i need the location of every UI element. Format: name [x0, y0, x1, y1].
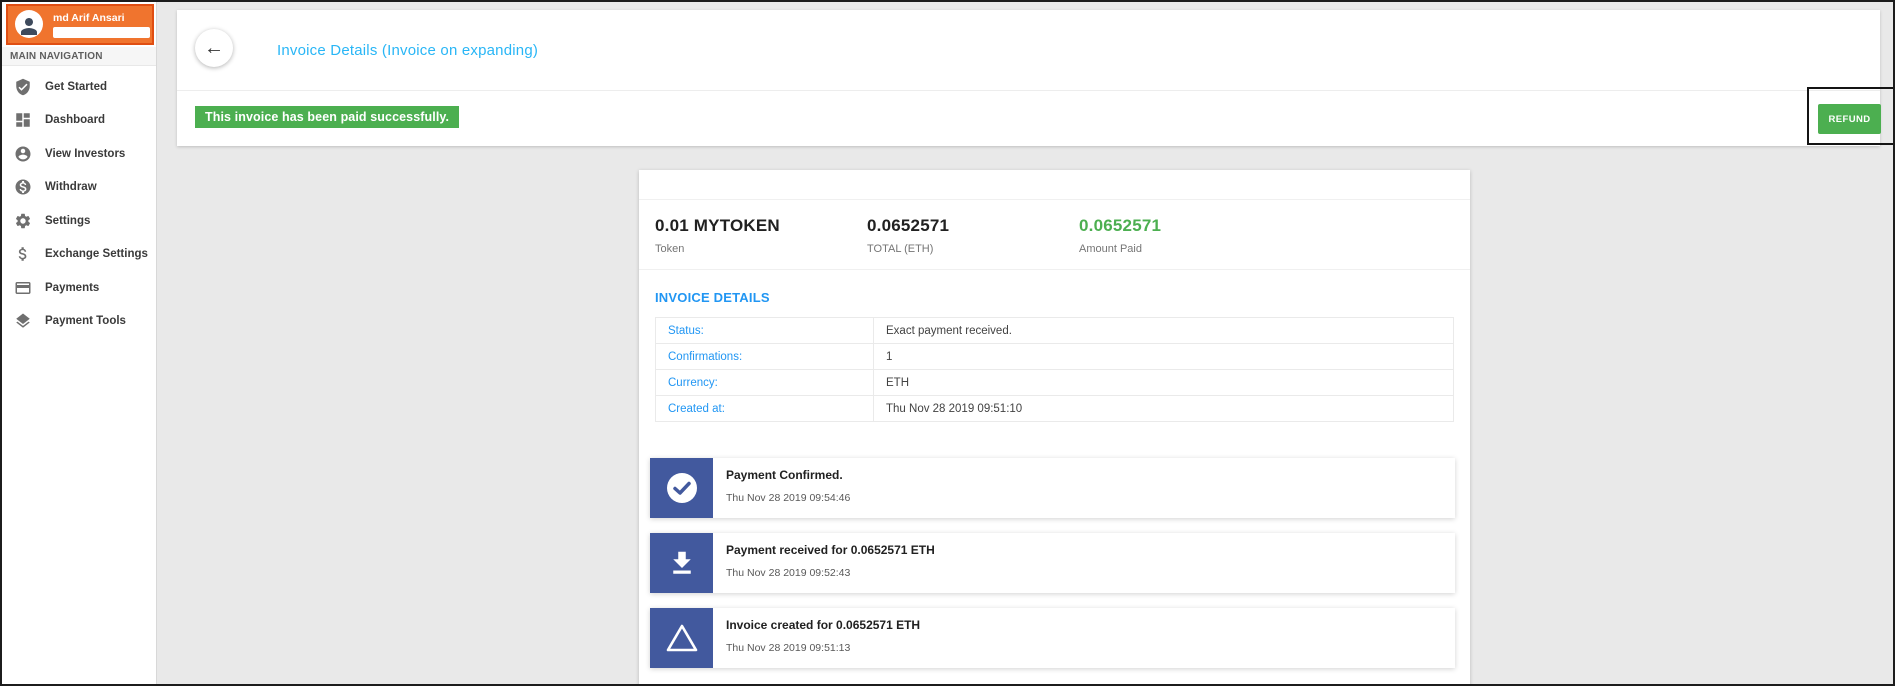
sidebar-item-get-started[interactable]: Get Started	[2, 70, 156, 104]
person-circle-icon	[14, 145, 32, 163]
timeline-item-body: Payment Confirmed. Thu Nov 28 2019 09:54…	[713, 458, 850, 518]
table-row: Confirmations: 1	[655, 343, 1454, 370]
timeline-item-payment-confirmed: Payment Confirmed. Thu Nov 28 2019 09:54…	[650, 458, 1455, 518]
paid-success-banner: This invoice has been paid successfully.	[195, 106, 460, 128]
check-circle-icon	[650, 458, 713, 518]
token-label: Token	[655, 243, 685, 255]
page-title: Invoice Details (Invoice on expanding)	[277, 41, 539, 59]
detail-value: Thu Nov 28 2019 09:51:10	[873, 395, 1454, 422]
timeline-timestamp: Thu Nov 28 2019 09:54:46	[726, 492, 851, 504]
sidebar-item-label: Payment Tools	[45, 315, 126, 328]
table-row: Currency: ETH	[655, 369, 1454, 396]
sidebar-item-settings[interactable]: Settings	[2, 204, 156, 238]
dollar-icon	[14, 245, 32, 263]
detail-label: Confirmations:	[655, 343, 874, 370]
summary-token: 0.01 MYTOKEN Token	[655, 216, 867, 255]
invoice-details-table: Status: Exact payment received. Confirma…	[655, 317, 1454, 422]
sidebar: md Arif Ansari MAIN NAVIGATION Get Start…	[2, 2, 157, 684]
timeline-timestamp: Thu Nov 28 2019 09:51:13	[726, 642, 851, 654]
app-window: md Arif Ansari MAIN NAVIGATION Get Start…	[0, 0, 1895, 686]
sidebar-item-view-investors[interactable]: View Investors	[2, 137, 156, 171]
sidebar-item-payment-tools[interactable]: Payment Tools	[2, 305, 156, 339]
sidebar-item-label: Payments	[45, 281, 100, 294]
layers-icon	[14, 312, 32, 330]
arrow-left-icon: ←	[204, 36, 224, 59]
detail-label: Status:	[655, 317, 874, 344]
dashboard-icon	[14, 111, 32, 129]
redacted-field	[53, 27, 150, 38]
timeline-item-payment-received: Payment received for 0.0652571 ETH Thu N…	[650, 533, 1455, 593]
sidebar-item-exchange-settings[interactable]: Exchange Settings	[2, 238, 156, 272]
user-header: md Arif Ansari	[6, 4, 154, 45]
timeline-title: Payment received for 0.0652571 ETH	[726, 543, 935, 557]
invoice-card: 0.01 MYTOKEN Token 0.0652571 TOTAL (ETH)…	[639, 170, 1470, 684]
sidebar-item-label: Withdraw	[45, 181, 97, 194]
page-header-panel: ← Invoice Details (Invoice on expanding)…	[177, 10, 1880, 146]
gear-icon	[14, 212, 32, 230]
summary-amount-paid: 0.0652571 Amount Paid	[1079, 216, 1291, 255]
back-button[interactable]: ←	[195, 29, 233, 67]
sidebar-item-label: Exchange Settings	[45, 248, 148, 261]
banner-row: This invoice has been paid successfully.	[177, 91, 1880, 146]
total-eth-amount: 0.0652571	[867, 216, 950, 235]
detail-value: Exact payment received.	[873, 317, 1454, 344]
detail-label: Currency:	[655, 369, 874, 396]
detail-value: ETH	[873, 369, 1454, 396]
table-row: Status: Exact payment received.	[655, 317, 1454, 344]
sidebar-item-dashboard[interactable]: Dashboard	[2, 104, 156, 138]
avatar[interactable]	[15, 10, 43, 38]
table-row: Created at: Thu Nov 28 2019 09:51:10	[655, 395, 1454, 422]
sidebar-item-label: Settings	[45, 214, 91, 227]
shield-check-icon	[14, 78, 32, 96]
download-icon	[650, 533, 713, 593]
timeline-title: Payment Confirmed.	[726, 468, 843, 482]
user-name: md Arif Ansari	[53, 12, 125, 24]
invoice-summary: 0.01 MYTOKEN Token 0.0652571 TOTAL (ETH)…	[639, 200, 1470, 270]
total-eth-label: TOTAL (ETH)	[867, 243, 934, 255]
triangle-icon	[650, 608, 713, 668]
page-header: ← Invoice Details (Invoice on expanding)	[177, 10, 1880, 90]
token-amount: 0.01 MYTOKEN	[655, 216, 780, 235]
timeline-item-body: Invoice created for 0.0652571 ETH Thu No…	[713, 608, 920, 668]
sidebar-item-label: Dashboard	[45, 114, 106, 127]
timeline-item-body: Payment received for 0.0652571 ETH Thu N…	[713, 533, 935, 593]
sidebar-item-payments[interactable]: Payments	[2, 271, 156, 305]
sidebar-nav: Get Started Dashboard View Investors Wit…	[2, 70, 156, 338]
payment-timeline: Payment Confirmed. Thu Nov 28 2019 09:54…	[639, 458, 1470, 668]
refund-highlight-box: REFUND	[1807, 87, 1893, 145]
timeline-item-invoice-created: Invoice created for 0.0652571 ETH Thu No…	[650, 608, 1455, 668]
invoice-card-top-strip	[639, 170, 1470, 200]
amount-paid-value: 0.0652571	[1079, 216, 1162, 235]
sidebar-item-label: View Investors	[45, 147, 126, 160]
refund-button[interactable]: REFUND	[1818, 104, 1881, 134]
amount-paid-label: Amount Paid	[1079, 243, 1142, 255]
person-icon	[21, 17, 37, 35]
sidebar-section-label: MAIN NAVIGATION	[2, 47, 156, 66]
timeline-title: Invoice created for 0.0652571 ETH	[726, 618, 921, 632]
invoice-details-heading: INVOICE DETAILS	[655, 290, 770, 305]
detail-value: 1	[873, 343, 1454, 370]
credit-card-icon	[14, 279, 32, 297]
dollar-circle-icon	[14, 178, 32, 196]
detail-label: Created at:	[655, 395, 874, 422]
summary-total: 0.0652571 TOTAL (ETH)	[867, 216, 1079, 255]
sidebar-item-label: Get Started	[45, 80, 107, 93]
sidebar-item-withdraw[interactable]: Withdraw	[2, 171, 156, 205]
timeline-timestamp: Thu Nov 28 2019 09:52:43	[726, 567, 851, 579]
